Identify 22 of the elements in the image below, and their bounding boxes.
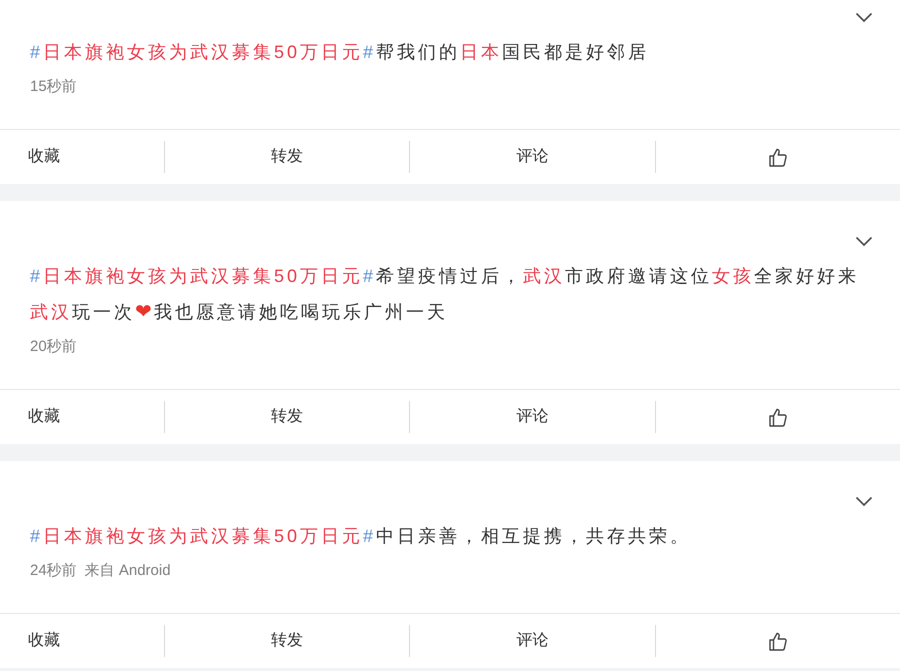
chevron-down-icon[interactable]: [855, 236, 873, 247]
repost-button[interactable]: 转发: [165, 621, 410, 661]
chevron-down-icon[interactable]: [855, 12, 873, 23]
post-source: 来自 Android: [84, 561, 171, 581]
thumbs-up-icon: [768, 148, 787, 166]
favorite-button[interactable]: 收藏: [0, 621, 164, 661]
repost-button[interactable]: 转发: [165, 137, 410, 177]
post-text: #日本旗袍女孩为武汉募集50万日元#中日亲善，相互提携，共存共荣。: [29, 525, 692, 548]
post-time: 24秒前: [30, 561, 77, 581]
comment-button[interactable]: 评论: [410, 137, 655, 177]
post-text: #日本旗袍女孩为武汉募集50万日元#希望疫情过后，武汉市政府邀请这位女孩 全家好好来 武汉玩一次❤我也愿意请她吃喝玩乐广州一天: [29, 265, 860, 325]
favorite-button[interactable]: 收藏: [0, 397, 164, 437]
comment-button[interactable]: 评论: [410, 397, 655, 437]
chevron-down-icon[interactable]: [855, 496, 873, 507]
thumbs-up-icon: [768, 632, 787, 650]
favorite-button[interactable]: 收藏: [0, 137, 164, 177]
post-time: 15秒前: [30, 77, 77, 97]
comment-button[interactable]: 评论: [410, 621, 655, 661]
repost-button[interactable]: 转发: [165, 397, 410, 437]
post-time: 20秒前: [30, 337, 77, 357]
post-text: #日本旗袍女孩为武汉募集50万日元#帮我们的 日本 国民都是好邻居: [29, 41, 650, 64]
thumbs-up-icon: [768, 408, 787, 426]
